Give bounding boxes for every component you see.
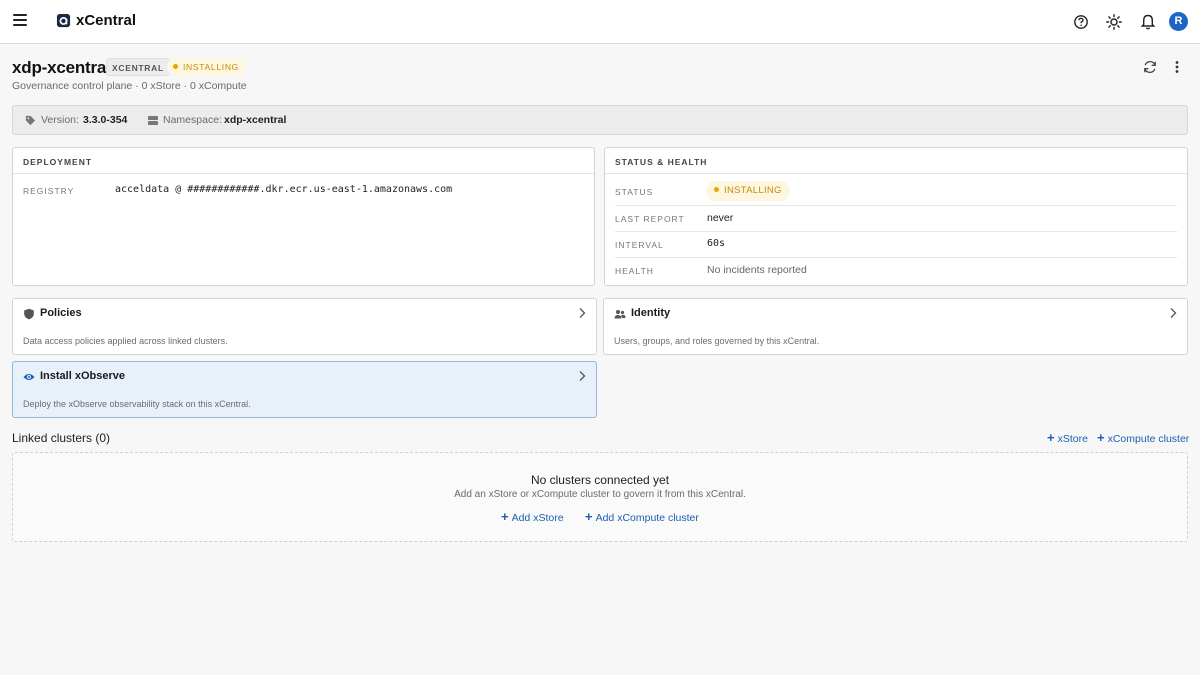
add-xcompute-button[interactable]: + Add xCompute cluster xyxy=(585,509,699,524)
status-value-badge: INSTALLING xyxy=(706,181,790,201)
status-dot-icon xyxy=(714,187,719,192)
status-dot-icon xyxy=(173,64,178,69)
status-health-panel: STATUS & HEALTH STATUS INSTALLING LAST R… xyxy=(604,147,1188,286)
row-divider xyxy=(615,231,1177,232)
namespace-value: xdp-xcentral xyxy=(224,114,287,126)
server-icon xyxy=(148,116,158,125)
registry-label: REGISTRY xyxy=(23,186,75,196)
app-title: xCentral xyxy=(76,12,137,29)
eye-icon xyxy=(23,374,35,380)
user-avatar[interactable]: R xyxy=(1169,12,1188,31)
identity-title: Identity xyxy=(631,307,671,319)
policies-description: Data access policies applied across link… xyxy=(23,336,228,346)
chevron-right-icon xyxy=(579,308,586,318)
notifications-icon[interactable] xyxy=(1139,13,1157,31)
plus-icon: + xyxy=(585,509,593,524)
xcentral-logo-icon xyxy=(56,13,71,28)
plus-icon: + xyxy=(1047,430,1055,445)
theme-toggle-icon[interactable] xyxy=(1105,13,1123,31)
page-title: xdp-xcentral xyxy=(12,58,111,77)
install-xobserve-description: Deploy the xObserve observability stack … xyxy=(23,399,251,409)
plus-icon: + xyxy=(501,509,509,524)
install-xobserve-card[interactable]: Install xObserve Deploy the xObserve obs… xyxy=(12,361,597,418)
more-options-icon[interactable] xyxy=(1169,59,1185,75)
page-subtitle: Governance control plane · 0 xStore · 0 … xyxy=(12,80,247,92)
tag-icon xyxy=(25,115,36,126)
shield-icon xyxy=(24,308,34,320)
add-xstore-button[interactable]: + Add xStore xyxy=(501,509,564,524)
empty-state-title: No clusters connected yet xyxy=(530,473,670,487)
refresh-icon[interactable] xyxy=(1142,59,1158,75)
add-xstore-link[interactable]: + xStore xyxy=(1047,430,1088,445)
add-xcompute-link[interactable]: + xCompute cluster xyxy=(1097,430,1189,445)
last-report-value: never xyxy=(707,212,734,224)
health-label: HEALTH xyxy=(615,266,654,276)
help-icon[interactable] xyxy=(1072,13,1090,31)
interval-label: INTERVAL xyxy=(615,240,664,250)
namespace-label: Namespace: xyxy=(163,114,222,126)
chevron-right-icon xyxy=(579,371,586,381)
last-report-label: LAST REPORT xyxy=(615,214,685,224)
top-bar: xCentral R xyxy=(0,0,1200,44)
row-divider xyxy=(615,205,1177,206)
plus-icon: + xyxy=(1097,430,1105,445)
version-value: 3.3.0-354 xyxy=(83,114,128,126)
empty-clusters-box: No clusters connected yet Add an xStore … xyxy=(12,452,1188,542)
info-bar: Version: 3.3.0-354 Namespace: xdp-xcentr… xyxy=(12,105,1188,135)
install-xobserve-title: Install xObserve xyxy=(40,370,125,382)
people-icon xyxy=(614,310,626,319)
menu-icon[interactable] xyxy=(13,14,27,28)
identity-description: Users, groups, and roles governed by thi… xyxy=(614,336,820,346)
row-divider xyxy=(615,257,1177,258)
type-badge: XCENTRAL xyxy=(106,58,170,76)
deployment-panel: DEPLOYMENT REGISTRY acceldata @ ########… xyxy=(12,147,595,286)
registry-value: acceldata @ ############.dkr.ecr.us-east… xyxy=(115,184,453,195)
status-health-heading: STATUS & HEALTH xyxy=(605,148,1187,174)
empty-state-description: Add an xStore or xCompute cluster to gov… xyxy=(454,489,746,500)
policies-title: Policies xyxy=(40,307,82,319)
version-label: Version: xyxy=(41,114,79,126)
interval-value: 60s xyxy=(707,238,726,249)
linked-clusters-title: Linked clusters (0) xyxy=(12,431,111,445)
status-badge: INSTALLING xyxy=(167,58,246,76)
chevron-right-icon xyxy=(1170,308,1177,318)
identity-card[interactable]: Identity Users, groups, and roles govern… xyxy=(603,298,1188,355)
policies-card[interactable]: Policies Data access policies applied ac… xyxy=(12,298,597,355)
health-value: No incidents reported xyxy=(707,264,807,276)
deployment-heading: DEPLOYMENT xyxy=(13,148,594,174)
status-label: STATUS xyxy=(615,187,654,197)
